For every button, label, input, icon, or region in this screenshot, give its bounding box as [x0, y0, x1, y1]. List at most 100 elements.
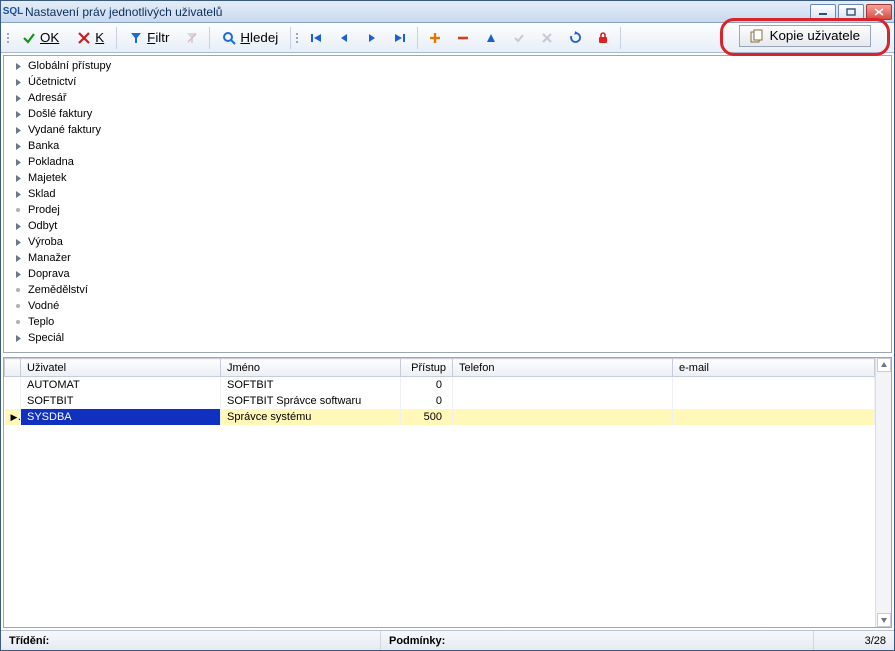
nav-prev-button[interactable] [330, 27, 358, 49]
post-button [505, 27, 533, 49]
tree-item-label: Doprava [28, 268, 70, 280]
tree-item[interactable]: Výroba [8, 234, 891, 250]
table-row[interactable]: SOFTBITSOFTBIT Správce softwaru0 [5, 393, 875, 409]
tree-item-label: Adresář [28, 92, 67, 104]
chevron-right-icon[interactable] [12, 236, 24, 248]
cell-access[interactable]: 0 [401, 393, 453, 409]
ok-label: OK [40, 30, 59, 45]
tree-item[interactable]: Zemědělství [8, 282, 891, 298]
konec-button[interactable]: K [68, 27, 113, 49]
grid-scroll[interactable]: Uživatel Jméno Přístup Telefon e-mail AU… [4, 358, 875, 627]
check-icon [22, 31, 36, 45]
tree-item-label: Manažer [28, 252, 71, 264]
chevron-right-icon[interactable] [12, 332, 24, 344]
tree-item[interactable]: Účetnictví [8, 74, 891, 90]
nav-first-button[interactable] [302, 27, 330, 49]
tree-item[interactable]: Došlé faktury [8, 106, 891, 122]
tree-item[interactable]: Manažer [8, 250, 891, 266]
leaf-dot-icon [12, 204, 24, 216]
toolbar-grip [5, 27, 11, 49]
check-grey-icon [512, 31, 526, 45]
table-row[interactable]: SYSDBASprávce systému500 [5, 409, 875, 425]
remove-button[interactable] [449, 27, 477, 49]
chevron-right-icon[interactable] [12, 220, 24, 232]
tree-item[interactable]: Sklad [8, 186, 891, 202]
col-email[interactable]: e-mail [673, 359, 875, 377]
chevron-right-icon[interactable] [12, 172, 24, 184]
cell-phone[interactable] [453, 393, 673, 409]
chevron-right-icon[interactable] [12, 156, 24, 168]
tree-item[interactable]: Adresář [8, 90, 891, 106]
tree-item[interactable]: Doprava [8, 266, 891, 282]
col-phone[interactable]: Telefon [453, 359, 673, 377]
prev-icon [337, 31, 351, 45]
add-button[interactable] [421, 27, 449, 49]
chevron-right-icon[interactable] [12, 140, 24, 152]
scroll-down-icon[interactable] [877, 613, 891, 627]
cell-access[interactable]: 0 [401, 377, 453, 393]
nav-last-button[interactable] [386, 27, 414, 49]
nav-next-button[interactable] [358, 27, 386, 49]
tree-item-label: Majetek [28, 172, 67, 184]
tree-item-label: Došlé faktury [28, 108, 92, 120]
tree-item[interactable]: Odbyt [8, 218, 891, 234]
tree-item[interactable]: Globální přístupy [8, 58, 891, 74]
filtr-button[interactable]: Filtr [120, 27, 178, 49]
cell-email[interactable] [673, 377, 875, 393]
tree-item[interactable]: Vydané faktury [8, 122, 891, 138]
tree-item[interactable]: Vodné [8, 298, 891, 314]
cell-user[interactable]: SOFTBIT [21, 393, 221, 409]
chevron-right-icon[interactable] [12, 108, 24, 120]
grid-vscrollbar[interactable] [875, 358, 891, 627]
chevron-right-icon[interactable] [12, 188, 24, 200]
kopie-uzivatele-button[interactable]: Kopie uživatele [739, 25, 871, 47]
tree-item[interactable]: Speciál [8, 330, 891, 346]
tree-pane[interactable]: Globální přístupy Účetnictví Adresář Došlé … [3, 55, 892, 353]
cell-email[interactable] [673, 409, 875, 425]
cell-name[interactable]: Správce systému [221, 409, 401, 425]
cancel-edit-button [533, 27, 561, 49]
col-user[interactable]: Uživatel [21, 359, 221, 377]
tree-item[interactable]: Pokladna [8, 154, 891, 170]
tree-item[interactable]: Majetek [8, 170, 891, 186]
lock-button[interactable] [589, 27, 617, 49]
edit-button[interactable] [477, 27, 505, 49]
highlighted-region: Kopie uživatele [720, 18, 890, 56]
row-indicator [5, 377, 21, 393]
cell-user[interactable]: SYSDBA [21, 409, 221, 425]
ok-button[interactable]: OK [13, 27, 68, 49]
chevron-right-icon[interactable] [12, 252, 24, 264]
cell-access[interactable]: 500 [401, 409, 453, 425]
lock-icon [596, 31, 610, 45]
cell-name[interactable]: SOFTBIT [221, 377, 401, 393]
col-access[interactable]: Přístup [401, 359, 453, 377]
status-conditions: Podmínky: [381, 631, 814, 650]
tree-item[interactable]: Banka [8, 138, 891, 154]
chevron-right-icon[interactable] [12, 92, 24, 104]
hledej-label: Hledej [240, 30, 278, 45]
users-grid: Uživatel Jméno Přístup Telefon e-mail AU… [4, 358, 875, 425]
magnifier-icon [222, 31, 236, 45]
table-row[interactable]: AUTOMATSOFTBIT0 [5, 377, 875, 393]
tree-item-label: Výroba [28, 236, 63, 248]
chevron-right-icon[interactable] [12, 124, 24, 136]
cell-phone[interactable] [453, 409, 673, 425]
chevron-right-icon[interactable] [12, 268, 24, 280]
tree-item-label: Globální přístupy [28, 60, 111, 72]
refresh-button[interactable] [561, 27, 589, 49]
cell-name[interactable]: SOFTBIT Správce softwaru [221, 393, 401, 409]
col-name[interactable]: Jméno [221, 359, 401, 377]
row-indicator-header[interactable] [5, 359, 21, 377]
chevron-right-icon[interactable] [12, 60, 24, 72]
toolbar: OK K Filtr Hledej [1, 23, 894, 53]
row-indicator [5, 393, 21, 409]
chevron-right-icon[interactable] [12, 76, 24, 88]
cell-user[interactable]: AUTOMAT [21, 377, 221, 393]
hledej-button[interactable]: Hledej [213, 27, 287, 49]
cell-phone[interactable] [453, 377, 673, 393]
tree-item[interactable]: Prodej [8, 202, 891, 218]
cell-email[interactable] [673, 393, 875, 409]
tree-item[interactable]: Teplo [8, 314, 891, 330]
scroll-up-icon[interactable] [877, 358, 891, 372]
first-icon [309, 31, 323, 45]
